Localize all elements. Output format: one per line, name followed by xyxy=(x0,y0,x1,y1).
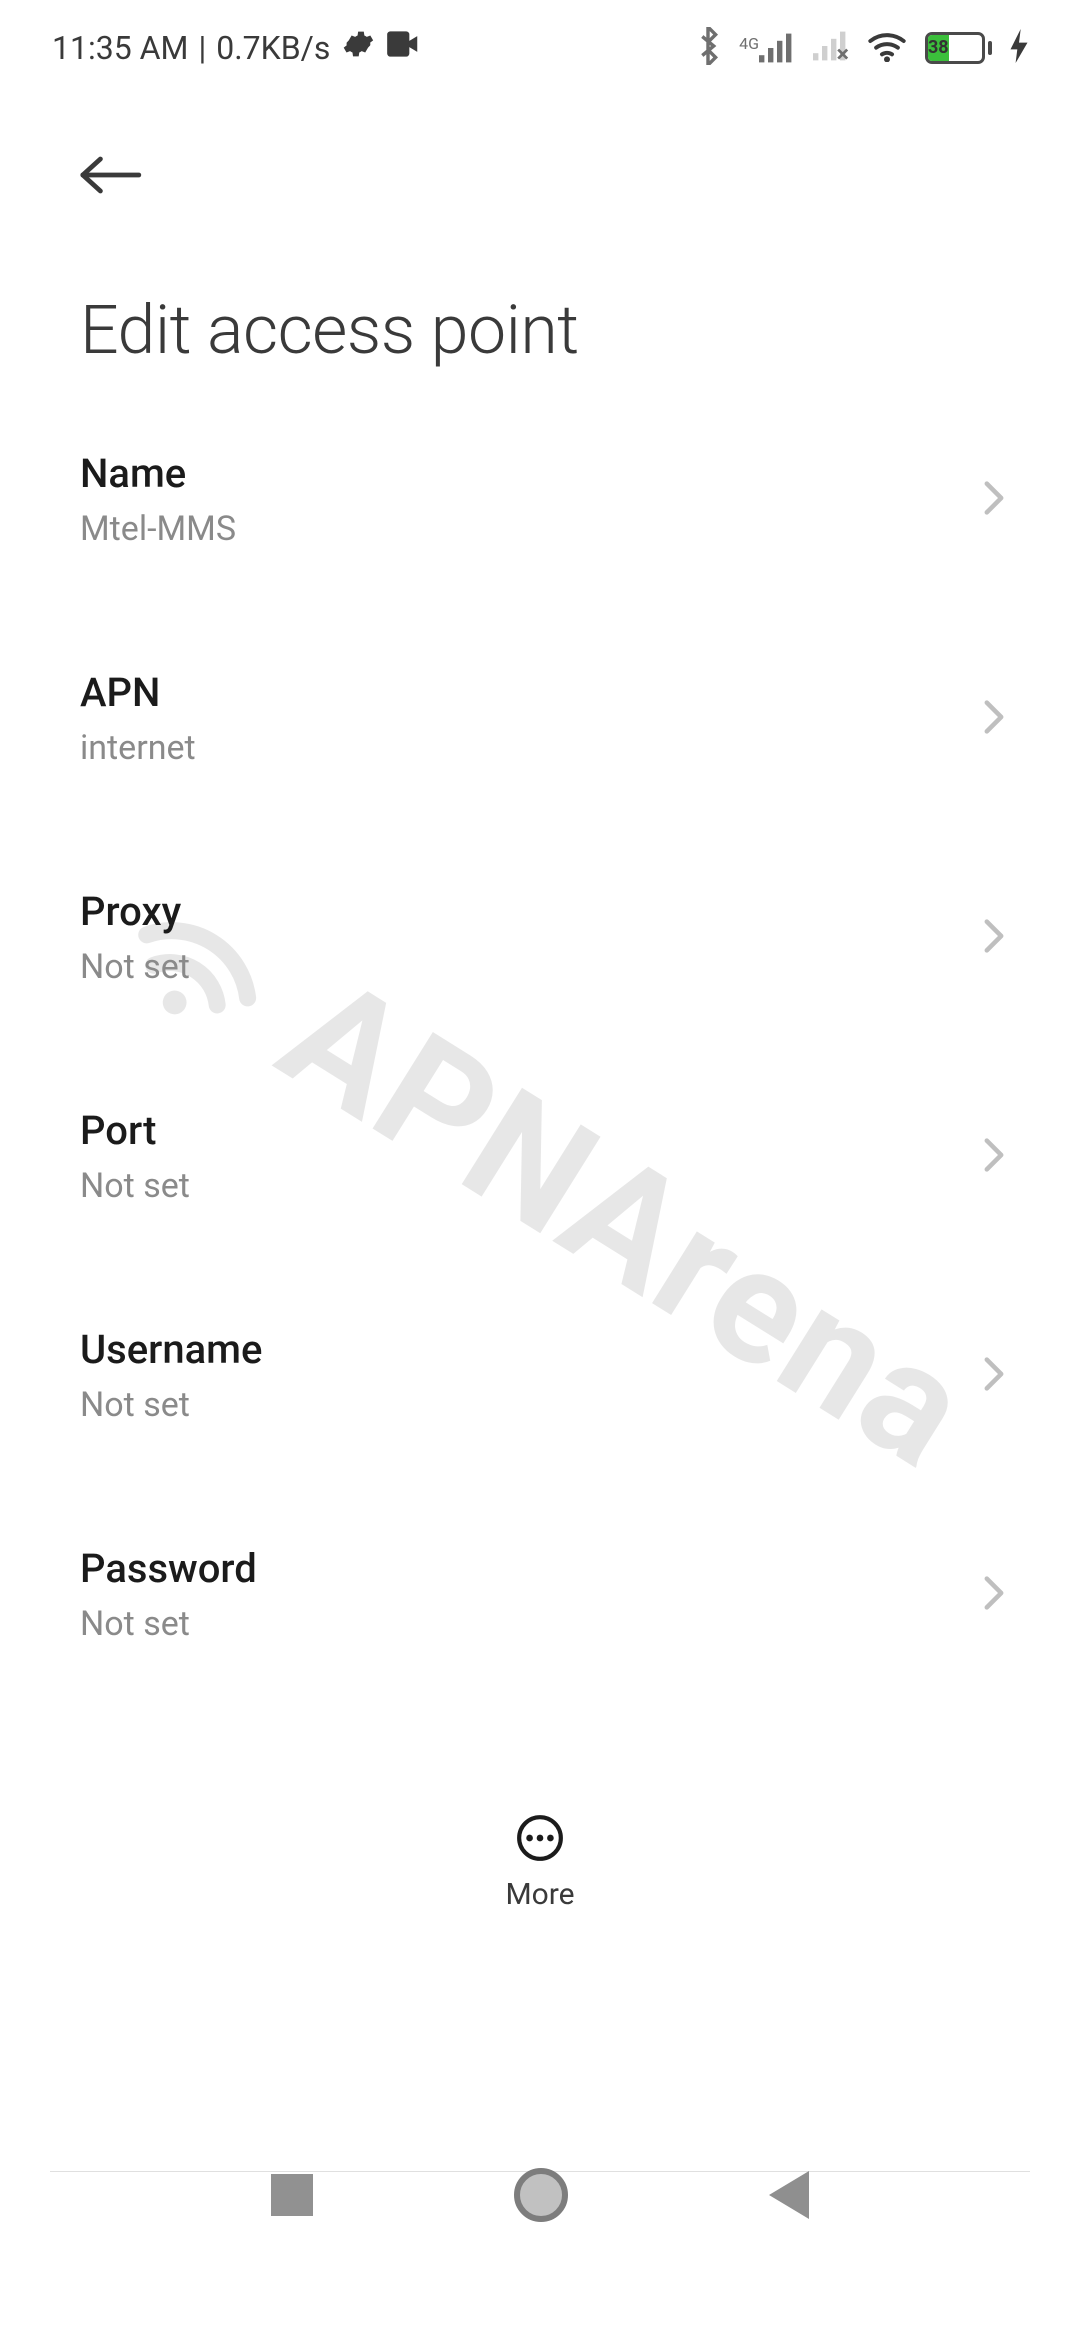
back-arrow-icon xyxy=(78,154,142,196)
signal-1-icon: 4G xyxy=(739,33,795,63)
app-bar xyxy=(0,95,1080,210)
field-name[interactable]: Name Mtel-MMS xyxy=(80,390,1005,609)
chevron-right-icon xyxy=(983,1575,1005,1615)
more-label: More xyxy=(505,1877,574,1912)
field-value: Not set xyxy=(80,1166,940,1206)
field-label: APN xyxy=(80,669,940,716)
field-value: internet xyxy=(80,728,940,768)
field-value: Not set xyxy=(80,1604,940,1644)
field-username[interactable]: Username Not set xyxy=(80,1266,1005,1485)
field-password[interactable]: Password Not set xyxy=(80,1485,1005,1704)
field-label: Proxy xyxy=(80,888,940,935)
page-title: Edit access point xyxy=(0,210,1080,390)
more-button[interactable]: More xyxy=(505,1813,574,1912)
nav-home-button[interactable] xyxy=(514,2168,568,2222)
back-button[interactable] xyxy=(75,140,145,210)
bluetooth-icon xyxy=(695,27,721,69)
chevron-right-icon xyxy=(983,480,1005,520)
chevron-right-icon xyxy=(983,918,1005,958)
bottom-action-bar: More xyxy=(0,1770,1080,1955)
settings-list: Name Mtel-MMS APN internet Proxy Not set… xyxy=(0,390,1080,1940)
camera-icon xyxy=(384,29,422,67)
battery-icon: 38 xyxy=(925,32,992,64)
nav-back-button[interactable] xyxy=(769,2171,809,2219)
field-value: Not set xyxy=(80,1385,940,1425)
nav-recent-button[interactable] xyxy=(271,2174,313,2216)
field-apn[interactable]: APN internet xyxy=(80,609,1005,828)
triangle-left-icon xyxy=(769,2171,809,2219)
charging-icon xyxy=(1010,29,1028,67)
gear-icon xyxy=(340,27,374,69)
status-bar: 11:35 AM | 0.7KB/s 4G 38 xyxy=(0,0,1080,95)
field-label: Username xyxy=(80,1326,940,1373)
chevron-right-icon xyxy=(983,1356,1005,1396)
chevron-right-icon xyxy=(983,699,1005,739)
field-value: Not set xyxy=(80,947,940,987)
field-proxy[interactable]: Proxy Not set xyxy=(80,828,1005,1047)
more-icon xyxy=(515,1813,565,1863)
system-nav-bar xyxy=(0,2125,1080,2265)
status-time: 11:35 AM xyxy=(52,29,188,67)
square-icon xyxy=(271,2174,313,2216)
field-label: Name xyxy=(80,450,940,497)
signal-2-icon xyxy=(813,31,849,65)
field-value: Mtel-MMS xyxy=(80,509,940,549)
status-separator: | xyxy=(198,29,206,67)
field-port[interactable]: Port Not set xyxy=(80,1047,1005,1266)
circle-icon xyxy=(514,2168,568,2222)
field-label: Port xyxy=(80,1107,940,1154)
status-net-speed: 0.7KB/s xyxy=(216,29,330,67)
wifi-icon xyxy=(867,30,907,66)
field-label: Password xyxy=(80,1545,940,1592)
chevron-right-icon xyxy=(983,1137,1005,1177)
